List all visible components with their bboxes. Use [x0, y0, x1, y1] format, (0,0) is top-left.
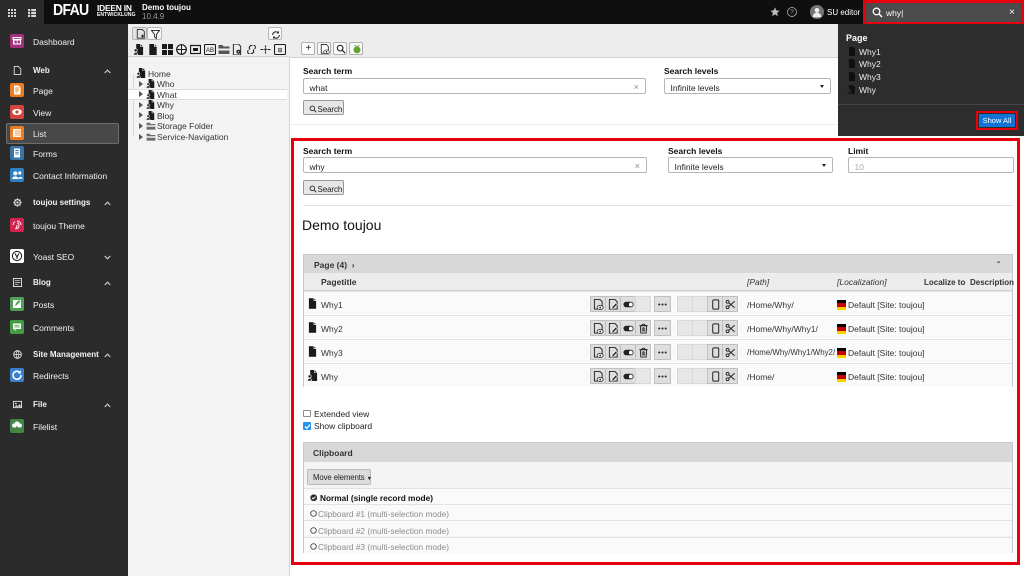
svg-text:⊞: ⊞	[277, 48, 282, 54]
svg-text:AB: AB	[206, 48, 214, 54]
svg-text:?: ?	[790, 9, 794, 16]
